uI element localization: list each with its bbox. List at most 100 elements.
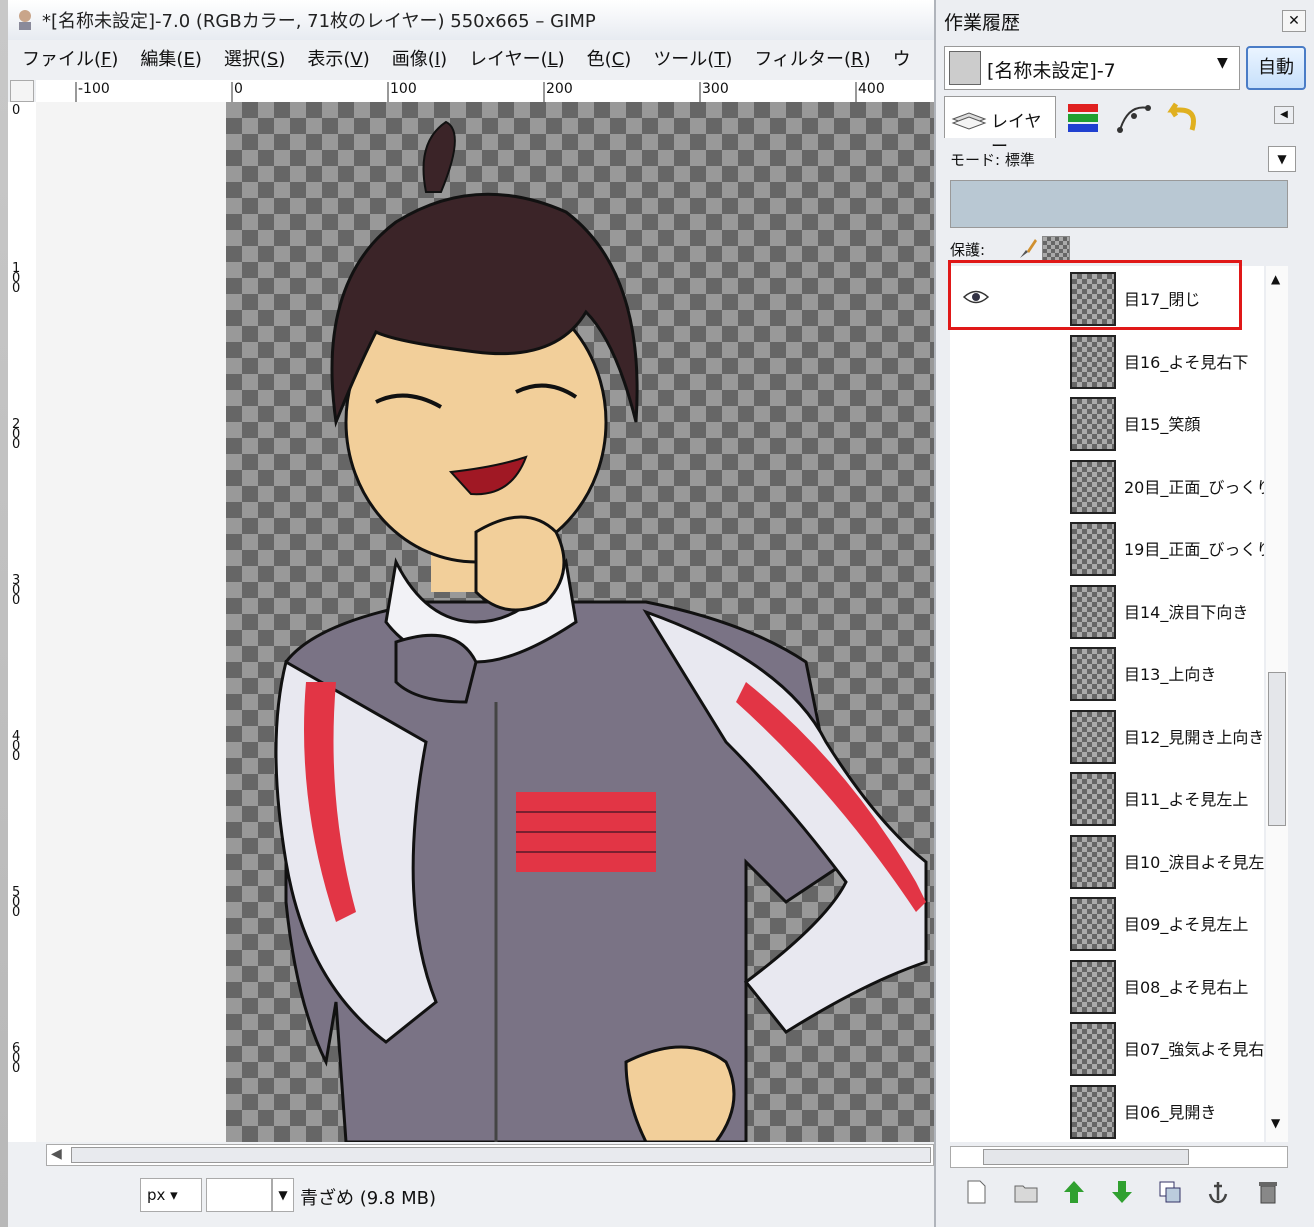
- auto-button[interactable]: 自動: [1246, 46, 1306, 90]
- h-ruler-ticks: [75, 82, 857, 102]
- visibility-toggle[interactable]: [962, 351, 990, 369]
- menu-item[interactable]: ツール(T): [653, 44, 732, 76]
- scrollbar-thumb[interactable]: [983, 1149, 1189, 1165]
- tab-layers[interactable]: レイヤー: [944, 96, 1056, 157]
- unit-select[interactable]: px ▾: [140, 1178, 202, 1212]
- layer-row[interactable]: 目12_見開き上向き: [950, 706, 1264, 768]
- visibility-toggle[interactable]: [962, 1038, 990, 1056]
- image-canvas[interactable]: [36, 102, 934, 1142]
- opacity-slider[interactable]: [950, 180, 1288, 228]
- menu-mnemonic: V: [350, 49, 363, 70]
- layer-thumbnail: [1070, 959, 1116, 1014]
- layer-row[interactable]: 目07_強気よそ見右: [950, 1018, 1264, 1080]
- layer-row[interactable]: 目13_上向き: [950, 643, 1264, 705]
- horizontal-ruler[interactable]: -100 0 100 200 300 400: [36, 80, 934, 103]
- layer-button-bar: [950, 1176, 1300, 1208]
- layer-row[interactable]: 目08_よそ見右上: [950, 956, 1264, 1018]
- visibility-toggle[interactable]: [962, 1101, 990, 1119]
- v-ruler-label: 0: [12, 103, 21, 118]
- menu-label-end: ): [194, 49, 202, 70]
- menu-item[interactable]: 編集(E): [140, 44, 201, 76]
- layer-name: 目12_見開き上向き: [1124, 727, 1264, 747]
- image-selector[interactable]: [名称未設定]-7 ▼: [944, 46, 1240, 90]
- duplicate-layer-icon[interactable]: [1156, 1178, 1184, 1206]
- dock-horizontal-scrollbar[interactable]: [950, 1146, 1288, 1168]
- visibility-toggle[interactable]: [962, 976, 990, 994]
- paths-icon[interactable]: [1114, 100, 1154, 142]
- layer-row[interactable]: 20目_正面_びっくり: [950, 456, 1264, 518]
- menu-item[interactable]: ファイル(F): [22, 44, 118, 76]
- close-icon[interactable]: ✕: [1282, 10, 1306, 32]
- new-layer-group-icon[interactable]: [1012, 1178, 1040, 1206]
- visibility-toggle[interactable]: [962, 913, 990, 931]
- layer-thumbnail: [1070, 897, 1116, 951]
- lock-label: 保護:: [950, 241, 986, 259]
- h-ruler-label: 0: [234, 81, 243, 97]
- v-ruler-label: 300: [12, 573, 21, 608]
- delete-layer-icon[interactable]: [1254, 1178, 1282, 1206]
- scrollbar-thumb[interactable]: [71, 1147, 931, 1163]
- channels-icon[interactable]: [1064, 100, 1104, 142]
- transparent-image-area[interactable]: [226, 102, 934, 1142]
- menu-item[interactable]: 表示(V): [307, 44, 369, 76]
- layer-row[interactable]: 目09_よそ見左上: [950, 893, 1264, 955]
- lock-pixels-brush-icon[interactable]: [1016, 236, 1038, 260]
- visibility-toggle[interactable]: [962, 476, 990, 494]
- vertical-ruler[interactable]: 0 100 200 300 400 500 600: [8, 102, 37, 1142]
- mode-label: モード: 標準: [950, 151, 1035, 169]
- quickmask-corner-button[interactable]: [10, 80, 34, 102]
- layer-name: 目16_よそ見右下: [1124, 352, 1249, 372]
- status-message: 青ざめ (9.8 MB): [300, 1188, 436, 1209]
- chevron-down-icon[interactable]: ▼: [1217, 55, 1228, 71]
- layer-row[interactable]: 目16_よそ見右下: [950, 331, 1264, 393]
- zoom-dropdown-icon[interactable]: ▼: [272, 1178, 294, 1212]
- menu-label: 編集(: [140, 49, 184, 70]
- visibility-toggle[interactable]: [962, 663, 990, 681]
- zoom-field[interactable]: [206, 1178, 272, 1212]
- visibility-toggle[interactable]: [962, 538, 990, 556]
- scroll-down-icon[interactable]: ▼: [1271, 1116, 1280, 1130]
- layer-list-scrollbar[interactable]: ▲ ▼: [1266, 266, 1288, 1142]
- visibility-toggle[interactable]: [962, 726, 990, 744]
- layer-row[interactable]: 目10_涙目よそ見左: [950, 831, 1264, 893]
- menu-item[interactable]: ウ: [893, 44, 911, 76]
- lower-layer-icon[interactable]: [1108, 1178, 1136, 1206]
- anchor-layer-icon[interactable]: [1204, 1178, 1232, 1206]
- menu-mnemonic: S: [266, 49, 279, 70]
- menu-label-end: ): [725, 49, 733, 70]
- layer-name: 目10_涙目よそ見左: [1124, 852, 1264, 872]
- layer-row[interactable]: 19目_正面_びっくり: [950, 518, 1264, 580]
- raise-layer-icon[interactable]: [1060, 1178, 1088, 1206]
- menu-label-end: ): [557, 49, 565, 70]
- visibility-toggle[interactable]: [962, 413, 990, 431]
- layer-row[interactable]: 目06_見開き: [950, 1081, 1264, 1143]
- image-thumbnail: [949, 51, 981, 85]
- menu-label-end: ): [278, 49, 286, 70]
- visibility-toggle[interactable]: [962, 788, 990, 806]
- menu-label-end: ): [440, 49, 448, 70]
- tab-menu-icon[interactable]: ◀: [1274, 106, 1294, 124]
- v-ruler-label: 200: [12, 417, 21, 452]
- layer-list[interactable]: 目17_閉じ 目16_よそ見右下 目15_笑顔 20目_正面_びっくり 19目_正面_び…: [950, 266, 1264, 1142]
- layer-name: 目15_笑顔: [1124, 415, 1201, 434]
- mode-dropdown[interactable]: ▼: [1268, 146, 1296, 172]
- scroll-left-icon[interactable]: ◀: [51, 1146, 62, 1162]
- image-window: *[名称未設定]-7.0 (RGBカラー, 71枚のレイヤー) 550x665 …: [8, 0, 934, 1227]
- scroll-up-icon[interactable]: ▲: [1271, 272, 1280, 286]
- horizontal-scrollbar[interactable]: ◀: [46, 1144, 934, 1166]
- layer-row[interactable]: 目15_笑顔: [950, 393, 1264, 455]
- layer-row[interactable]: 目14_涙目下向き: [950, 581, 1264, 643]
- new-layer-icon[interactable]: [962, 1178, 990, 1206]
- menu-item[interactable]: レイヤー(L): [469, 44, 565, 76]
- scrollbar-thumb[interactable]: [1268, 672, 1286, 826]
- v-ruler-label: 500: [12, 885, 21, 920]
- lock-alpha-icon[interactable]: [1042, 236, 1070, 262]
- visibility-toggle[interactable]: [962, 601, 990, 619]
- menu-item[interactable]: 選択(S): [224, 44, 286, 76]
- menu-item[interactable]: 画像(I): [392, 44, 447, 76]
- menu-item[interactable]: フィルター(R): [754, 44, 870, 76]
- visibility-toggle[interactable]: [962, 851, 990, 869]
- menu-item[interactable]: 色(C): [587, 44, 632, 76]
- undo-history-icon[interactable]: [1162, 100, 1202, 142]
- layer-row[interactable]: 目11_よそ見左上: [950, 768, 1264, 830]
